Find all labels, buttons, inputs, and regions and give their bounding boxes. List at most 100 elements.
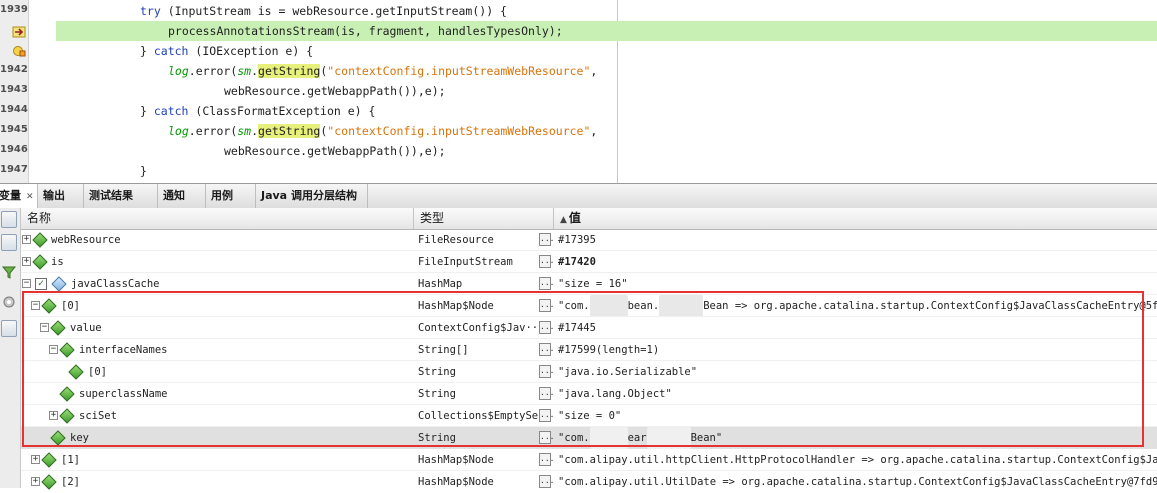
variable-name: javaClassCache — [71, 278, 160, 290]
tab-variables[interactable]: 变量 ✕ — [0, 184, 38, 208]
variable-value[interactable]: #17395 — [558, 229, 596, 251]
tab-usages[interactable]: 用例 — [206, 184, 256, 208]
variable-value[interactable]: "java.io.Serializable" — [558, 361, 697, 383]
line-number: 1939 — [0, 4, 28, 15]
editor-gutter[interactable]: 1939 1942 1943 1944 1945 1946 1947 — [0, 0, 29, 183]
edit-value-button[interactable]: ... — [539, 475, 554, 488]
code-editor[interactable]: 1939 1942 1943 1944 1945 1946 1947 try (… — [0, 0, 1157, 183]
value-text: ear — [627, 432, 647, 444]
edit-value-button[interactable]: ... — [539, 431, 554, 444]
table-row[interactable]: − interfaceNames String[] ... #17599(len… — [21, 339, 1157, 361]
table-row[interactable]: + sciSet Collections$EmptySet ... "size … — [21, 405, 1157, 427]
sort-ascending-icon: ▲ — [560, 215, 567, 225]
variables-tree[interactable]: + webResource FileResource ... #17395 + … — [21, 229, 1157, 490]
collapse-toggle[interactable]: − — [22, 279, 31, 288]
table-row[interactable]: superclassName String ... "java.lang.Obj… — [21, 383, 1157, 405]
edit-value-button[interactable]: ... — [539, 233, 554, 246]
expand-toggle[interactable]: + — [31, 455, 40, 464]
code-line[interactable]: try (InputStream is = webResource.getInp… — [56, 1, 1157, 21]
table-row[interactable]: − [0] HashMap$Node ... "com.xxbean.xxBea… — [21, 295, 1157, 317]
edit-value-button[interactable]: ... — [539, 343, 554, 356]
variable-name: [1] — [61, 454, 80, 466]
edit-value-button[interactable]: ... — [539, 453, 554, 466]
edit-value-button[interactable]: ... — [539, 409, 554, 422]
edit-value-button[interactable]: ... — [539, 255, 554, 268]
code-line[interactable]: log.error(sm.getString("contextConfig.in… — [56, 121, 1157, 141]
variable-value[interactable]: "size = 16" — [558, 273, 628, 295]
column-header-name[interactable]: 名称 — [21, 208, 414, 229]
variable-value[interactable]: "com.xxbean.xxBean => org.apache.catalin… — [558, 295, 1157, 317]
column-label: 名称 — [27, 211, 52, 225]
watch-checkbox[interactable]: ✓ — [35, 278, 47, 290]
current-execution-line[interactable]: processAnnotationsStream(is, fragment, h… — [56, 21, 1157, 41]
code-line[interactable]: } catch (ClassFormatException e) { — [56, 101, 1157, 121]
collapse-toggle[interactable]: − — [40, 323, 49, 332]
collapse-toggle[interactable]: − — [31, 301, 40, 310]
tab-label: 测试结果 — [89, 189, 133, 202]
table-row[interactable]: − ✓ javaClassCache HashMap ... "size = 1… — [21, 273, 1157, 295]
code-line[interactable]: webResource.getWebappPath()),e); — [56, 141, 1157, 161]
variable-type: ContextConfig$Jav··· — [418, 322, 538, 334]
variable-name: key — [70, 432, 89, 444]
expand-toggle[interactable]: + — [49, 411, 58, 420]
field-ref: log — [168, 64, 189, 78]
variable-type: HashMap$Node — [418, 476, 494, 488]
watch-icon[interactable] — [1, 211, 17, 228]
table-row[interactable]: + [1] HashMap$Node ... "com.alipay.util.… — [21, 449, 1157, 471]
column-header-type[interactable]: 类型 — [414, 208, 554, 229]
code-text: } — [140, 164, 147, 178]
table-row[interactable]: − value ContextConfig$Jav··· ... #17445 — [21, 317, 1157, 339]
edit-value-button[interactable]: ... — [539, 277, 554, 290]
expand-toggle[interactable]: + — [31, 477, 40, 486]
tab-label: Java 调用分层结构 — [261, 189, 357, 202]
variable-type: String — [418, 388, 456, 400]
field-ref: sm — [237, 124, 252, 138]
tab-notifications[interactable]: 通知 — [158, 184, 206, 208]
code-text: processAnnotationsStream(is, fragment, h… — [168, 24, 563, 38]
tab-java-call-hierarchy[interactable]: Java 调用分层结构 — [256, 184, 368, 208]
tab-output[interactable]: 输出 — [38, 184, 84, 208]
variable-type: HashMap — [418, 278, 463, 290]
method-occurrence: getString — [258, 124, 321, 138]
variable-value[interactable]: "com.xxearxxBean" — [558, 427, 722, 449]
variable-value[interactable]: "java.lang.Object" — [558, 383, 672, 405]
tab-label: 通知 — [163, 189, 185, 202]
collapse-toggle[interactable]: − — [49, 345, 58, 354]
variable-type: HashMap$Node — [418, 454, 494, 466]
variable-value[interactable]: "com.alipay.util.UtilDate => org.apache.… — [558, 471, 1157, 493]
layout-icon[interactable] — [1, 320, 17, 337]
field-diamond-icon — [50, 430, 66, 446]
variable-value[interactable]: #17599(length=1) — [558, 339, 659, 361]
table-row[interactable]: + [2] HashMap$Node ... "com.alipay.util.… — [21, 471, 1157, 493]
redacted-text: xx — [646, 427, 691, 449]
edit-value-button[interactable]: ... — [539, 321, 554, 334]
edit-value-button[interactable]: ... — [539, 299, 554, 312]
close-icon[interactable]: ✕ — [26, 192, 34, 202]
table-row[interactable]: + is FileInputStream ... #17420 — [21, 251, 1157, 273]
settings-icon[interactable] — [1, 294, 17, 311]
table-row[interactable]: key String ... "com.xxearxxBean" — [21, 427, 1157, 449]
variable-value[interactable]: "com.alipay.util.httpClient.HttpProtocol… — [558, 449, 1157, 471]
edit-value-button[interactable]: ... — [539, 387, 554, 400]
variable-value[interactable]: "size = 0" — [558, 405, 621, 427]
variable-value[interactable]: #17420 — [558, 251, 596, 273]
edit-value-button[interactable]: ... — [539, 365, 554, 378]
code-line[interactable]: } catch (IOException e) { — [56, 41, 1157, 61]
code-line[interactable]: } — [56, 161, 1157, 181]
value-text: "com. — [558, 300, 590, 312]
column-label: 类型 — [420, 211, 445, 225]
tab-label: 输出 — [43, 189, 65, 202]
column-header-value[interactable]: ▲ 值 — [554, 208, 1157, 229]
code-line[interactable]: webResource.getWebappPath()),e); — [56, 81, 1157, 101]
code-line[interactable]: log.error(sm.getString("contextConfig.in… — [56, 61, 1157, 81]
table-row[interactable]: + webResource FileResource ... #17395 — [21, 229, 1157, 251]
expand-toggle[interactable]: + — [22, 257, 31, 266]
table-row[interactable]: [0] String ... "java.io.Serializable" — [21, 361, 1157, 383]
expand-toggle[interactable]: + — [22, 235, 31, 244]
new-watch-icon[interactable] — [1, 234, 17, 251]
variable-value[interactable]: #17445 — [558, 317, 596, 339]
variable-type: FileInputStream — [418, 256, 513, 268]
field-ref: sm — [237, 64, 252, 78]
tab-test-results[interactable]: 测试结果 — [84, 184, 158, 208]
filter-icon[interactable] — [1, 264, 17, 281]
